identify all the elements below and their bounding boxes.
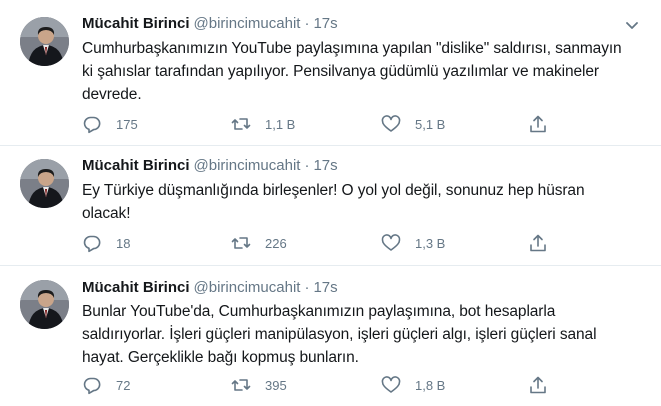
retweet-button[interactable]: 1,1 B xyxy=(231,113,295,135)
like-count: 1,8 B xyxy=(415,377,446,393)
tweet-text: Cumhurbaşkanımızın YouTube paylaşımına y… xyxy=(82,40,622,103)
retweet-button[interactable]: 395 xyxy=(231,374,287,396)
display-name[interactable]: Mücahit Birinci xyxy=(82,279,190,296)
tweet-text: Bunlar YouTube'da, Cumhurbaşkanımızın pa… xyxy=(82,303,597,366)
retweet-icon xyxy=(231,118,251,130)
reply-icon xyxy=(83,377,101,395)
like-count: 1,3 B xyxy=(415,235,446,251)
timestamp[interactable]: 17s xyxy=(313,279,337,296)
retweet-icon xyxy=(231,379,251,391)
reply-button[interactable]: 72 xyxy=(82,374,130,396)
tweet-actions: 72 395 1,8 B xyxy=(82,374,562,396)
tweet-header: Mücahit Birinci @birincimucahit · 17s xyxy=(82,156,338,176)
timestamp[interactable]: 17s xyxy=(313,15,337,32)
like-button[interactable]: 5,1 B xyxy=(381,113,445,135)
reply-count: 175 xyxy=(116,116,138,132)
chevron-down-icon[interactable] xyxy=(623,16,641,34)
display-name[interactable]: Mücahit Birinci xyxy=(82,157,190,174)
tweet[interactable]: Mücahit Birinci @birincimucahit · 17s Cumhu… xyxy=(0,0,661,146)
share-icon xyxy=(530,115,546,133)
tweet[interactable]: Mücahit Birinci @birincimucahit · 17s Bunla… xyxy=(0,266,661,406)
like-icon xyxy=(381,115,401,132)
handle[interactable]: @birincimucahit xyxy=(194,279,301,296)
reply-button[interactable]: 18 xyxy=(82,232,130,254)
avatar[interactable] xyxy=(20,280,69,329)
tweet-feed: Mücahit Birinci @birincimucahit · 17s Cumhu… xyxy=(0,0,661,406)
display-name[interactable]: Mücahit Birinci xyxy=(82,15,190,32)
retweet-icon xyxy=(231,237,251,249)
avatar[interactable] xyxy=(20,159,69,208)
timestamp[interactable]: 17s xyxy=(313,157,337,174)
like-count: 5,1 B xyxy=(415,116,446,132)
tweet-actions: 18 226 1,3 B xyxy=(82,232,562,254)
share-button[interactable] xyxy=(528,374,562,396)
retweet-button[interactable]: 226 xyxy=(231,232,287,254)
like-button[interactable]: 1,8 B xyxy=(381,374,445,396)
reply-count: 72 xyxy=(116,377,131,393)
reply-button[interactable]: 175 xyxy=(82,113,138,135)
tweet-header: Mücahit Birinci @birincimucahit · 17s xyxy=(82,14,338,34)
handle[interactable]: @birincimucahit xyxy=(194,157,301,174)
share-icon xyxy=(530,234,546,252)
share-icon xyxy=(530,376,546,394)
reply-icon xyxy=(83,116,101,134)
retweet-count: 1,1 B xyxy=(265,116,296,132)
like-icon xyxy=(381,234,401,251)
separator-dot: · xyxy=(304,279,310,296)
separator-dot: · xyxy=(304,157,310,174)
tweet[interactable]: Mücahit Birinci @birincimucahit · 17s Ey Tü… xyxy=(0,146,661,266)
retweet-count: 226 xyxy=(265,235,287,251)
share-button[interactable] xyxy=(528,113,562,135)
like-button[interactable]: 1,3 B xyxy=(381,232,445,254)
share-button[interactable] xyxy=(528,232,562,254)
separator-dot: · xyxy=(304,15,310,32)
tweet-actions: 175 1,1 B 5,1 B xyxy=(82,113,562,135)
avatar[interactable] xyxy=(20,17,69,66)
reply-icon xyxy=(83,235,101,253)
reply-count: 18 xyxy=(116,235,131,251)
retweet-count: 395 xyxy=(265,377,287,393)
handle[interactable]: @birincimucahit xyxy=(194,15,301,32)
tweet-header: Mücahit Birinci @birincimucahit · 17s xyxy=(82,278,338,298)
like-icon xyxy=(381,376,401,393)
tweet-text: Ey Türkiye düşmanlığında birleşenler! O … xyxy=(82,182,585,222)
